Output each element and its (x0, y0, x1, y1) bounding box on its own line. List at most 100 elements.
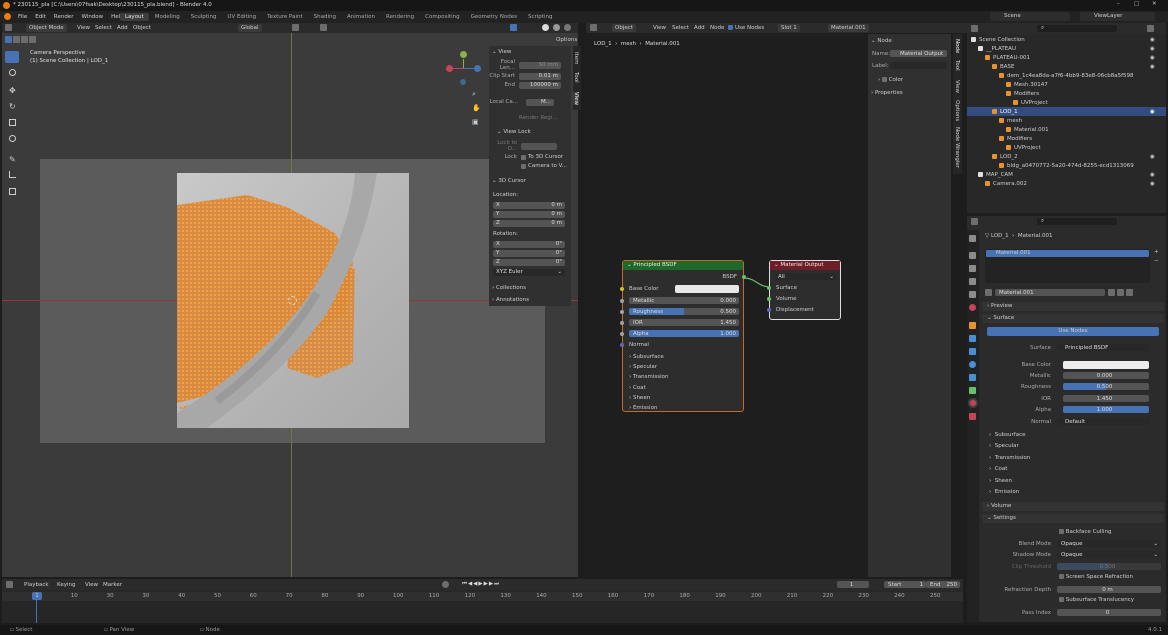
camera-view-icon[interactable]: ▣ (472, 118, 479, 126)
visibility-eye-icon[interactable]: ◉ (1150, 46, 1155, 52)
physics-tab-icon[interactable] (969, 361, 976, 368)
bsdf-output-socket[interactable] (742, 275, 746, 279)
tab-animation[interactable]: Animation (342, 13, 380, 21)
minimize-icon[interactable]: – (1117, 1, 1120, 7)
material-name-field[interactable]: Material.001 (995, 289, 1105, 296)
ior-socket[interactable] (620, 321, 624, 325)
base-color-swatch[interactable] (675, 285, 739, 293)
properties-subpanel[interactable]: › Properties (871, 90, 903, 96)
lock-cursor-checkbox[interactable] (521, 154, 526, 160)
shading-solid-icon[interactable] (542, 24, 549, 31)
tab-scripting[interactable]: Scripting (523, 13, 557, 21)
outliner-item[interactable]: Modifiers (967, 89, 1166, 98)
outliner-item[interactable]: bldg_a0470772-5a20-474d-8255-ecd1313069 (967, 161, 1166, 170)
material-output-node[interactable]: ⌄ Material Output All ⌄ Surface Volume Di… (767, 260, 841, 320)
displacement-socket[interactable] (767, 308, 771, 312)
start-frame-field[interactable]: Start 1 (884, 581, 926, 588)
cursor-loc-z[interactable]: Z0 m (493, 219, 565, 227)
current-frame-field[interactable]: 1 (837, 581, 869, 588)
navigation-gizmo[interactable] (446, 51, 482, 87)
roughness-socket[interactable] (620, 310, 624, 314)
settings-panel-header[interactable]: ⌄ Settings (982, 514, 1164, 523)
subpanel-emission[interactable]: › Emission (629, 403, 668, 413)
tab-item[interactable]: Item (573, 52, 579, 65)
keying-menu[interactable]: Keying (57, 582, 75, 588)
transform-tool-icon[interactable] (9, 135, 16, 142)
select-new-icon[interactable] (5, 36, 12, 43)
material-tab-icon[interactable] (968, 398, 978, 408)
base-color-socket[interactable] (620, 287, 624, 291)
tab-rendering[interactable]: Rendering (381, 13, 419, 21)
node-panel-header[interactable]: ⌄ Node (871, 38, 892, 44)
material-browse-icon[interactable] (985, 289, 992, 296)
duplicate-icon[interactable] (1117, 289, 1124, 296)
alpha-field[interactable]: Alpha 1.000 (629, 330, 739, 337)
slot-add-icon[interactable]: + (1154, 249, 1159, 255)
surface-shader-field[interactable]: Principled BSDF (1057, 344, 1149, 351)
menu-file[interactable]: File (18, 14, 27, 20)
collections-header[interactable]: › Collections (492, 285, 526, 291)
select-subtract-icon[interactable] (21, 36, 28, 43)
tab-node-tool[interactable]: Tool (954, 60, 960, 71)
measure-tool-icon[interactable] (9, 171, 16, 178)
volume-panel[interactable]: › Volume (982, 502, 1164, 511)
tab-options[interactable]: Options (954, 100, 960, 121)
cursor-tool-icon[interactable] (9, 69, 16, 76)
ssr-checkbox[interactable]: Screen Space Refraction (1059, 574, 1133, 580)
playback-controls[interactable]: ⏮◀◀▶▶▶⏭ (462, 581, 500, 588)
prop-ior-field[interactable]: 1.450 (1063, 395, 1149, 402)
scale-tool-icon[interactable] (9, 119, 16, 126)
timeline-view-menu[interactable]: View (85, 582, 98, 588)
tab-tool[interactable]: Tool (573, 72, 579, 83)
cursor-rot-x[interactable]: X 0° (493, 240, 565, 248)
tab-shading[interactable]: Shading (309, 13, 341, 21)
outliner-item[interactable]: BASE ◉ (967, 62, 1166, 71)
tab-view[interactable]: View (573, 92, 579, 106)
clip-end-field[interactable]: 100000 m (519, 81, 561, 89)
gizmo-z-icon[interactable] (474, 65, 481, 72)
tab-modeling[interactable]: Modeling (150, 13, 185, 21)
view-lock-header[interactable]: ⌄ View Lock (497, 129, 531, 135)
select-invert-icon[interactable] (29, 36, 36, 43)
tab-layout[interactable]: Layout (120, 13, 149, 21)
texture-tab-icon[interactable] (969, 413, 976, 420)
move-tool-icon[interactable]: ✥ (9, 86, 16, 95)
viewlayer-selector[interactable]: ViewLayer (1080, 12, 1155, 21)
tab-texture-paint[interactable]: Texture Paint (262, 13, 308, 21)
snap-icon[interactable] (292, 24, 299, 31)
outliner-item[interactable]: __PLATEAU ◉ (967, 44, 1166, 53)
gizmo-x-icon[interactable] (446, 65, 453, 72)
subpanel-coat[interactable]: › Coat (629, 383, 668, 393)
subpanel-sheen[interactable]: › Sheen (629, 393, 668, 403)
visibility-eye-icon[interactable]: ◉ (1150, 64, 1155, 70)
playback-menu[interactable]: Playback (24, 582, 49, 588)
transform-orientation[interactable]: Global (238, 24, 262, 32)
tool-tab-icon[interactable] (969, 235, 976, 242)
playhead[interactable]: 1 (32, 592, 42, 600)
shading-rendered-icon[interactable] (564, 24, 571, 31)
prop-subpanel-coat[interactable]: › Coat (989, 464, 1030, 475)
node-label-field[interactable] (890, 62, 947, 69)
use-nodes-button[interactable]: Use Nodes (987, 327, 1159, 336)
prop-subpanel-specular[interactable]: › Specular (989, 441, 1030, 452)
visibility-eye-icon[interactable]: ◉ (1150, 172, 1155, 178)
outliner-search-input[interactable]: ⌕ (1037, 25, 1117, 32)
menu-window[interactable]: Window (81, 14, 103, 20)
roughness-field[interactable]: Roughness 0.500 (629, 308, 739, 315)
material-slot-item[interactable]: Material.001 (986, 250, 1149, 257)
outliner-item[interactable]: dem_1c4ea8da-a7f6-4bb9-83e8-06cb8a5f598 (967, 71, 1166, 80)
prop-subpanel-sheen[interactable]: › Sheen (989, 476, 1030, 487)
record-icon[interactable] (442, 581, 449, 588)
outliner-item[interactable]: Material.001 (967, 125, 1166, 134)
subpanel-transmission[interactable]: › Transmission (629, 372, 668, 382)
prop-subpanel-subsurface[interactable]: › Subsurface (989, 430, 1030, 441)
output-target-dropdown[interactable]: All ⌄ (775, 273, 837, 280)
render-tab-icon[interactable] (969, 252, 976, 259)
scene-selector[interactable]: Scene (990, 12, 1070, 21)
outliner-item[interactable]: Modifiers (967, 134, 1166, 143)
outliner-item[interactable]: UVProject (967, 143, 1166, 152)
tab-compositing[interactable]: Compositing (420, 13, 464, 21)
3d-cursor-icon[interactable] (288, 296, 297, 305)
principled-bsdf-node[interactable]: ⌄ Principled BSDF BSDF Base Color Metall… (620, 260, 746, 413)
tab-sculpting[interactable]: Sculpting (186, 13, 222, 21)
